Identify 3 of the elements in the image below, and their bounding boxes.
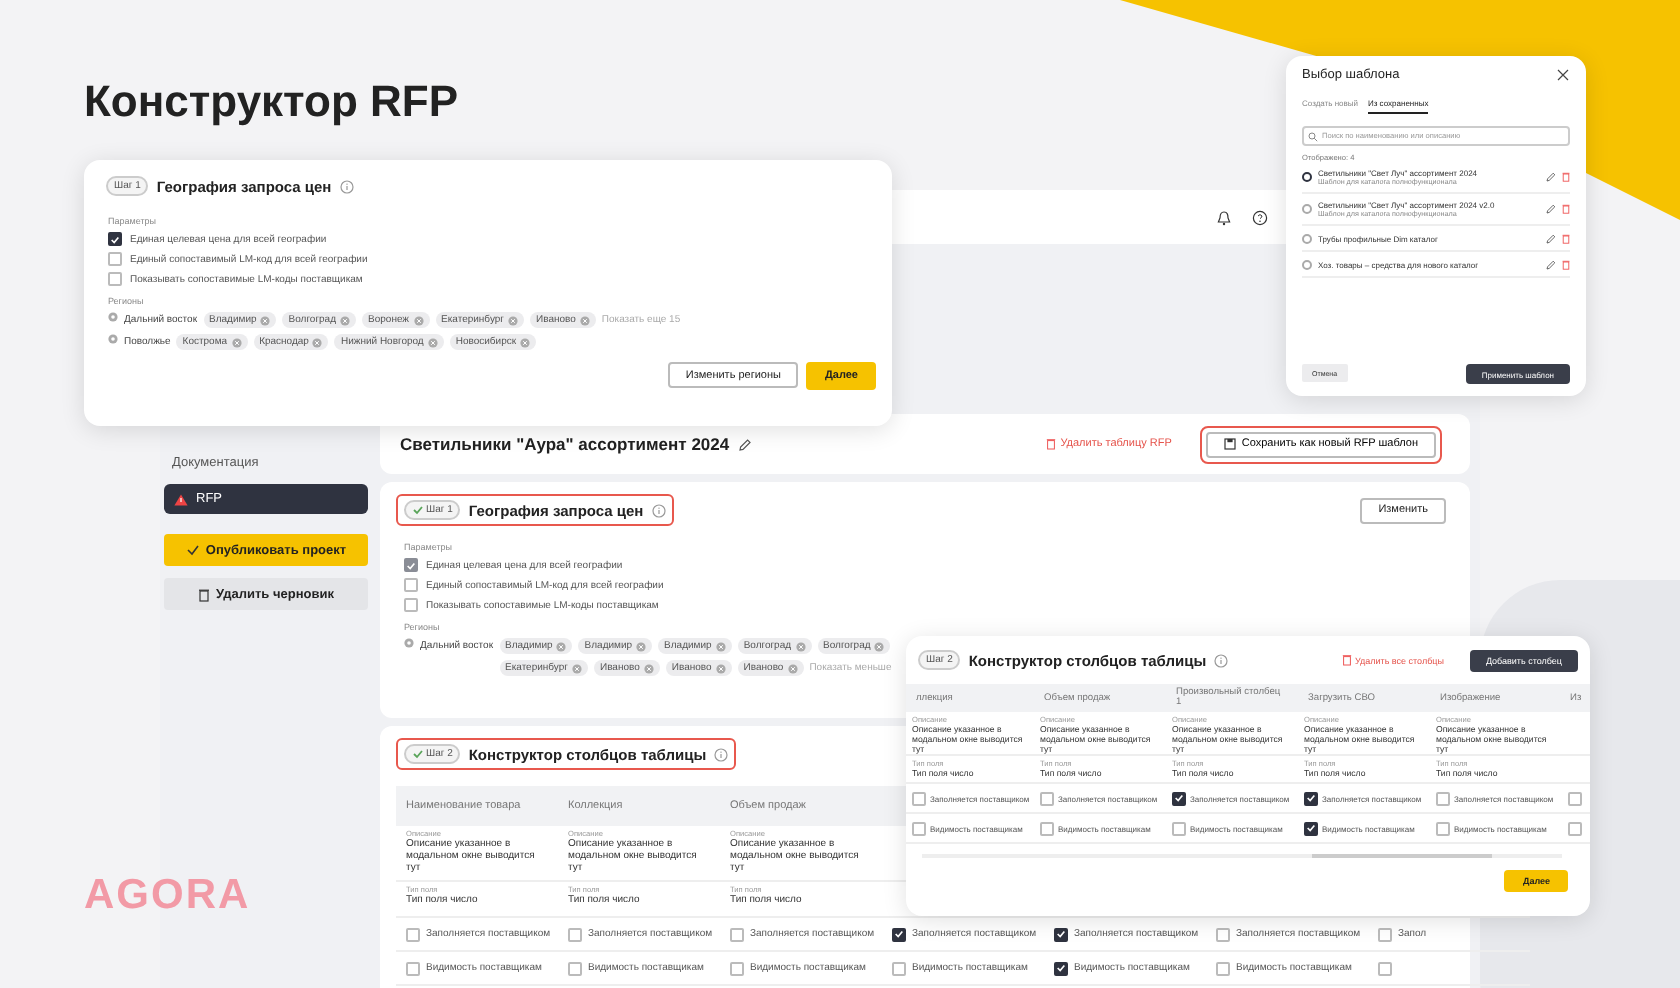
logo: AGORA	[84, 872, 251, 920]
page-heading: Конструктор RFP	[84, 76, 459, 128]
project-title: Светильники "Аура" ассортимент 2024	[400, 434, 730, 454]
